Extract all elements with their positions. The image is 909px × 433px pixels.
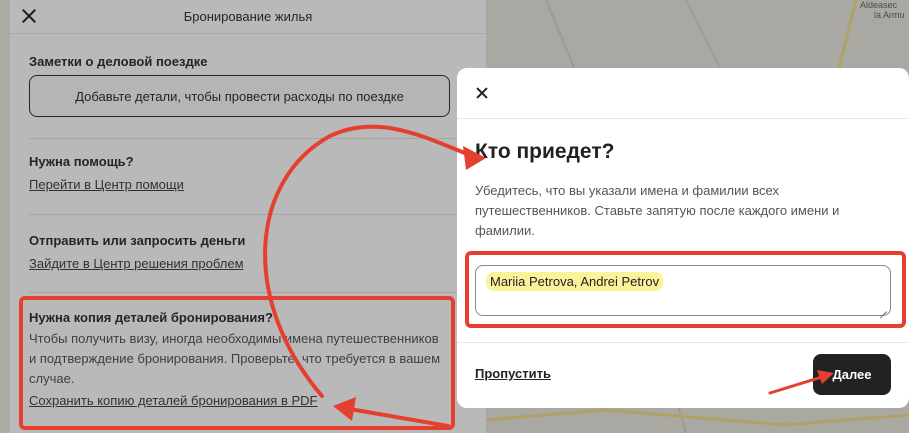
modal-description-line: фамилии. [475, 223, 535, 238]
annotation-box-booking-copy [19, 296, 455, 430]
modal-description-line: Убедитесь, что вы указали имена и фамили… [475, 183, 779, 198]
divider [457, 118, 909, 119]
modal-description: Убедитесь, что вы указали имена и фамили… [475, 181, 870, 241]
close-icon[interactable] [475, 86, 489, 100]
next-button[interactable]: Далее [813, 354, 891, 395]
modal-title: Кто приедет? [475, 140, 615, 163]
modal-description-line: путешественников. Ставьте запятую после … [475, 203, 840, 218]
skip-button[interactable]: Пропустить [475, 366, 551, 381]
annotation-box-names-field [465, 251, 906, 328]
divider [457, 342, 909, 343]
guests-modal: Кто приедет? Убедитесь, что вы указали и… [457, 68, 909, 408]
